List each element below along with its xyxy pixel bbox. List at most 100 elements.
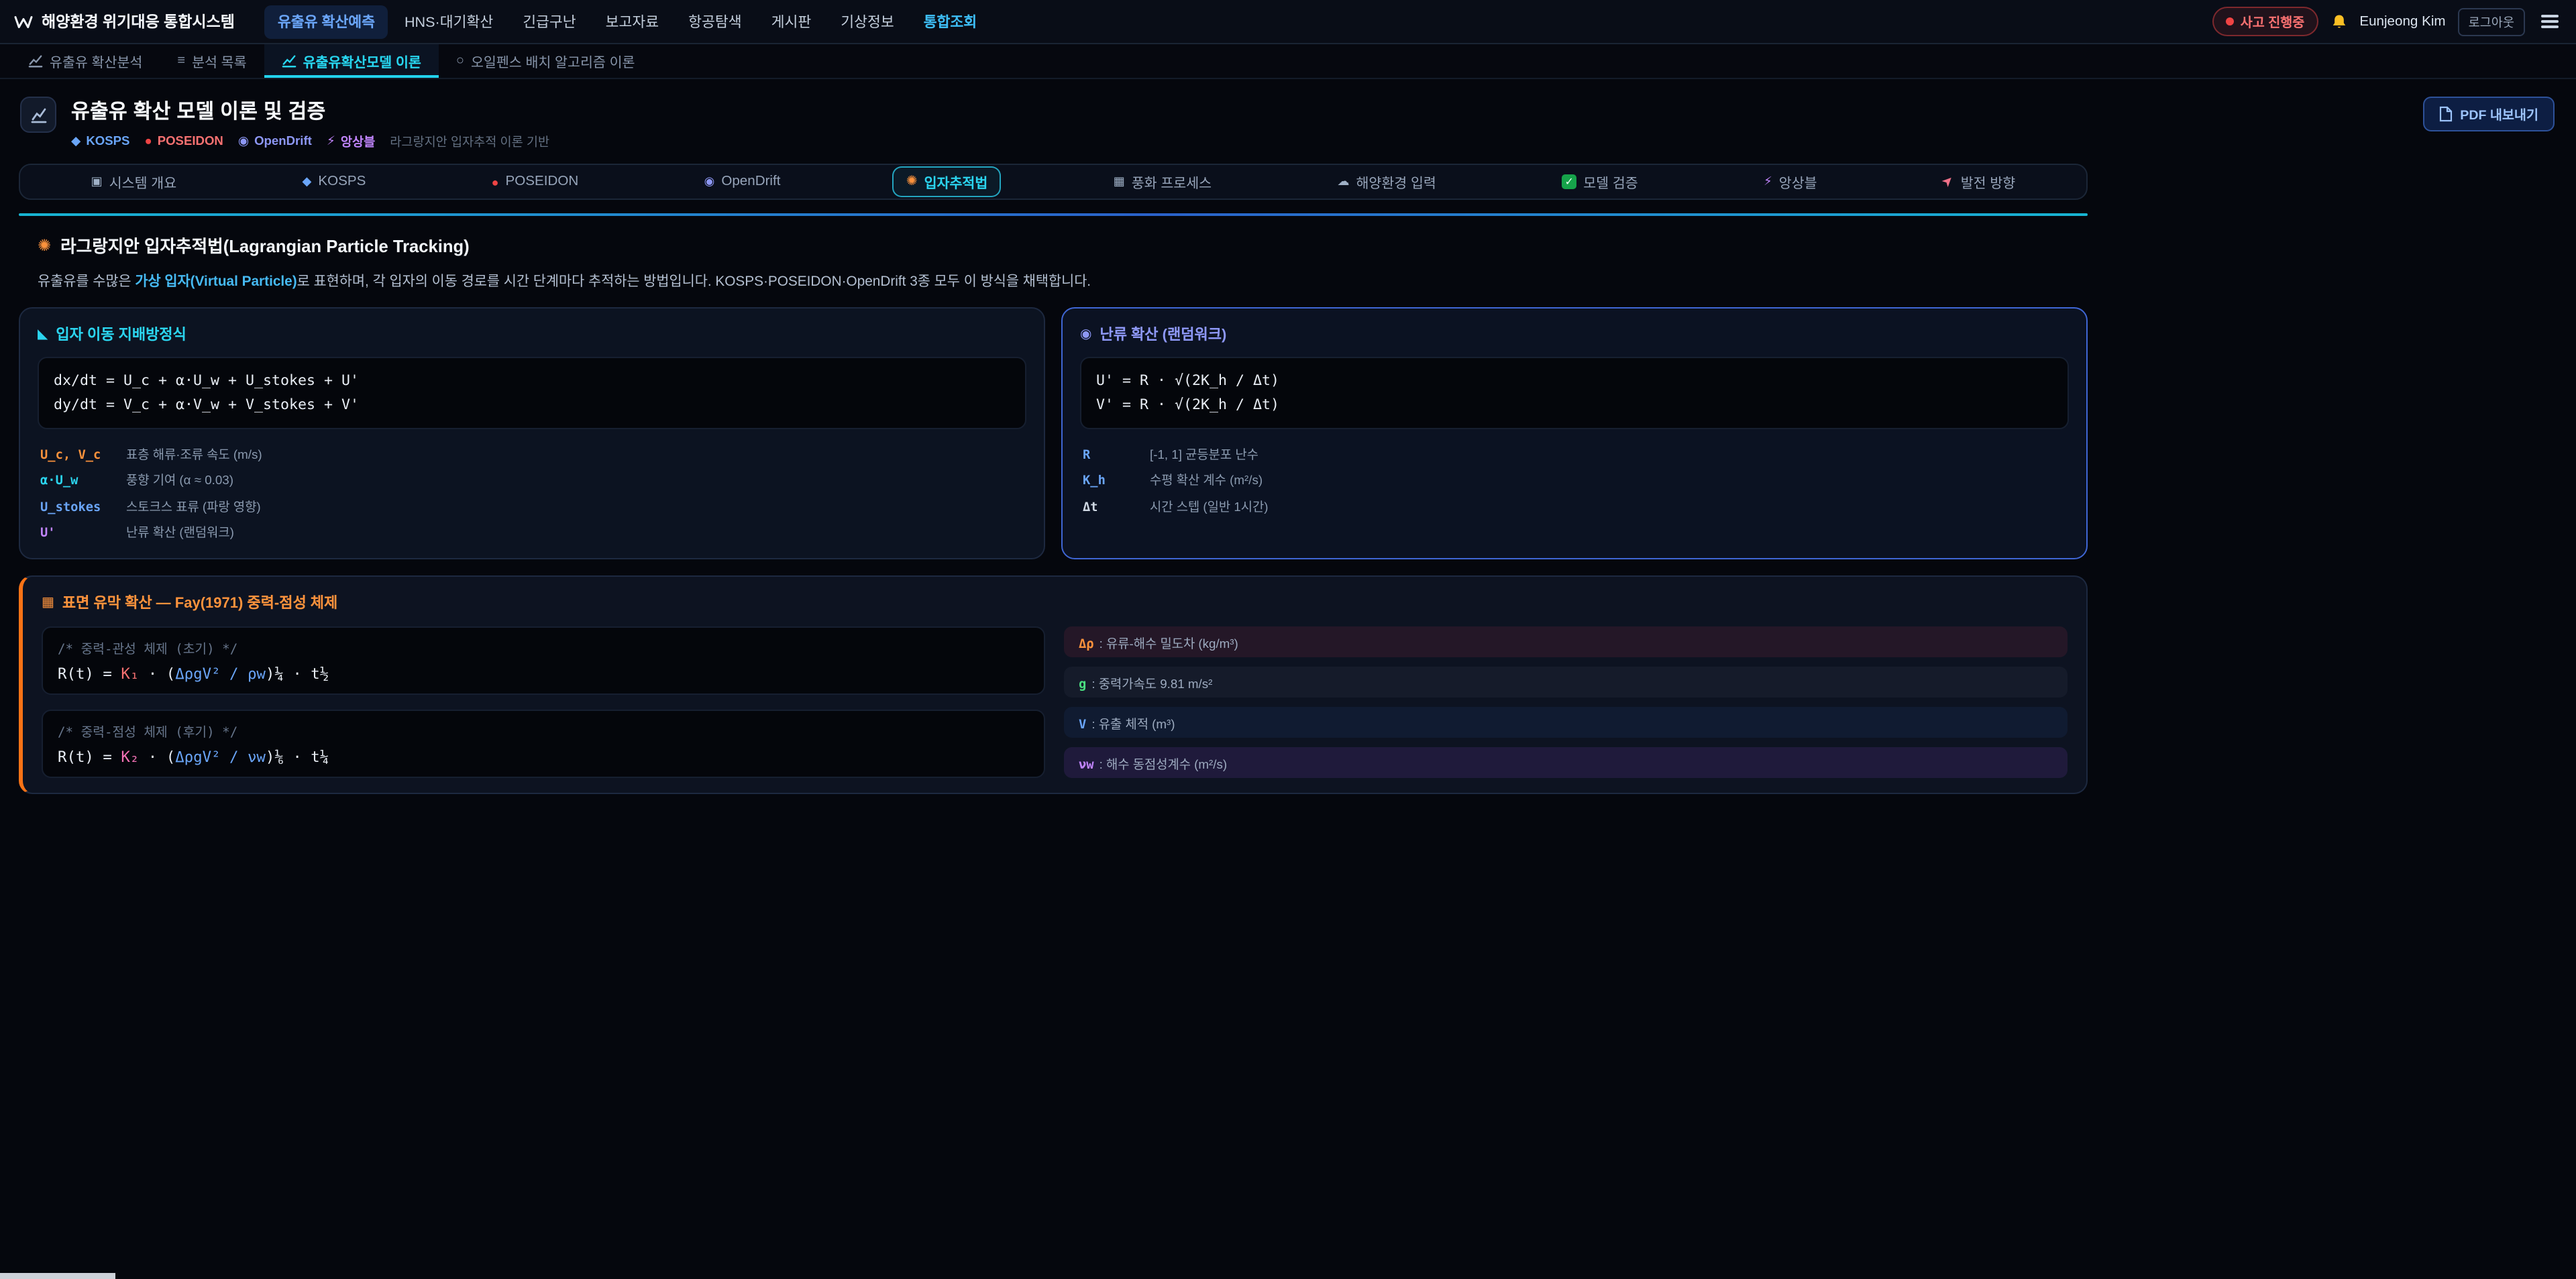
model-badge-row: ◆KOSPS ●POSEIDON ◉OpenDrift ⚡앙상블 라그랑지안 입…	[71, 131, 549, 150]
opendrift-badge: ◉OpenDrift	[238, 133, 312, 148]
document-icon	[2438, 106, 2452, 122]
nav-item-aerial-search[interactable]: 항공탐색	[675, 5, 755, 38]
cloud-icon: ☁	[1337, 174, 1349, 189]
virtual-particle-link[interactable]: 가상 입자(Virtual Particle)	[135, 275, 297, 290]
top-navigation-bar: 해양환경 위기대응 통합시스템 유출유 확산예측 HNS·대기확산 긴급구난 보…	[0, 0, 2576, 44]
page-title: 유출유 확산 모델 이론 및 검증	[71, 97, 549, 125]
status-dot-icon	[2226, 17, 2234, 25]
bar-chart-icon: ▦	[42, 596, 54, 610]
swirl-icon: ✺	[38, 235, 51, 254]
section-heading: ✺ 라그랑지안 입자추적법(Lagrangian Particle Tracki…	[38, 232, 2088, 258]
tab-model-theory[interactable]: 유출유확산모델 이론	[264, 44, 439, 78]
governing-equation-code: dx/dt = U_c + α·U_w + U_stokes + U' dy/d…	[38, 357, 1026, 429]
fay-formula-column: /* 중력-관성 체제 (초기) */ R(t) = K₁ · (ΔρgV² /…	[42, 627, 1045, 779]
gravity-viscous-block: /* 중력-점성 체제 (후기) */ R(t) = K₂ · (ΔρgV² /…	[42, 710, 1045, 779]
turbulent-card-title: ◉ 난류 확산 (랜덤워크)	[1080, 323, 2069, 345]
hamburger-menu-icon[interactable]	[2537, 9, 2563, 34]
horizontal-scrollbar-thumb[interactable]	[0, 1273, 115, 1279]
gravity-inertial-formula: R(t) = K₁ · (ΔρgV² / ρw)¼ · t½	[58, 666, 1029, 683]
section-nav-item-validation[interactable]: ✓모델 검증	[1548, 166, 1652, 197]
nav-item-integrated-search[interactable]: 통합조회	[910, 5, 990, 38]
section-nav-item-ensemble[interactable]: ⚡앙상블	[1750, 166, 1831, 197]
section-nav-item-roadmap[interactable]: ➤발전 방향	[1929, 166, 2029, 197]
app-logo[interactable]: 해양환경 위기대응 통합시스템	[13, 11, 235, 32]
nav-item-spill-prediction[interactable]: 유출유 확산예측	[264, 5, 388, 38]
legend-row: Δt시간 스텝 (일반 1시간)	[1080, 492, 2069, 518]
swirl-icon: ✺	[906, 174, 918, 189]
legend-row: g: 중력가속도 9.81 m/s²	[1064, 667, 2068, 698]
notification-bell-icon[interactable]	[2330, 13, 2347, 30]
turbulent-diffusion-card: ◉ 난류 확산 (랜덤워크) U' = R · √(2K_h / Δt) V' …	[1061, 307, 2088, 560]
dot-icon: ●	[144, 134, 152, 148]
fay-grid: /* 중력-관성 체제 (초기) */ R(t) = K₁ · (ΔρgV² /…	[42, 627, 2068, 779]
legend-row: V: 유출 체적 (m³)	[1064, 708, 2068, 738]
app-title: 해양환경 위기대응 통합시스템	[42, 11, 235, 32]
chart-line-icon	[28, 54, 43, 68]
legend-row: U'난류 확산 (랜덤워크)	[38, 518, 1026, 543]
page-icon	[20, 97, 56, 133]
fay-card-title: ▦ 표면 유막 확산 — Fay(1971) 중력-점성 체제	[42, 592, 2068, 614]
wing-logo-icon	[13, 13, 34, 30]
nav-item-emergency-rescue[interactable]: 긴급구난	[509, 5, 589, 38]
legend-row: K_h수평 확산 계수 (m²/s)	[1080, 467, 2069, 492]
logout-button[interactable]: 로그아웃	[2458, 7, 2525, 36]
nav-item-weather[interactable]: 기상정보	[827, 5, 907, 38]
equation-cards-row: ◣ 입자 이동 지배방정식 dx/dt = U_c + α·U_w + U_st…	[19, 307, 2088, 560]
diamond-icon: ◆	[71, 133, 80, 148]
legend-row: U_stokes스토크스 표류 (파랑 영향)	[38, 492, 1026, 518]
nav-item-reports[interactable]: 보고자료	[592, 5, 672, 38]
triangle-ruler-icon: ◣	[38, 327, 48, 341]
governing-card-title: ◣ 입자 이동 지배방정식	[38, 323, 1026, 345]
legend-row: Δρ: 유류-해수 밀도차 (kg/m³)	[1064, 627, 2068, 658]
fay-spreading-card: ▦ 표면 유막 확산 — Fay(1971) 중력-점성 체제 /* 중력-관성…	[19, 576, 2088, 795]
monitor-icon: ▣	[91, 174, 103, 189]
governing-equation-card: ◣ 입자 이동 지배방정식 dx/dt = U_c + α·U_w + U_st…	[19, 307, 1045, 560]
page-title-block: 유출유 확산 모델 이론 및 검증 ◆KOSPS ●POSEIDON ◉Open…	[71, 97, 549, 150]
legend-row: α·U_w풍향 기여 (α ≈ 0.03)	[38, 467, 1026, 492]
section-nav-item-system-overview[interactable]: ▣시스템 개요	[78, 166, 191, 197]
tab-spill-analysis[interactable]: 유출유 확산분석	[11, 44, 160, 78]
section-intro: 유출유를 수많은 가상 입자(Virtual Particle)로 표현하며, …	[38, 270, 2088, 290]
incident-status-badge[interactable]: 사고 진행중	[2212, 7, 2318, 36]
turbulent-legend: R[-1, 1] 균등분포 난수 K_h수평 확산 계수 (m²/s) Δt시간…	[1080, 441, 2069, 518]
section-nav-item-kosps[interactable]: ◆KOSPS	[289, 169, 380, 194]
section-nav-item-opendrift[interactable]: ◉OpenDrift	[691, 169, 794, 194]
legend-row: νw: 해수 동점성계수 (m²/s)	[1064, 748, 2068, 779]
incident-label: 사고 진행중	[2241, 12, 2305, 31]
main-nav: 유출유 확산예측 HNS·대기확산 긴급구난 보고자료 항공탐색 게시판 기상정…	[264, 5, 990, 38]
gravity-inertial-block: /* 중력-관성 체제 (초기) */ R(t) = K₁ · (ΔρgV² /…	[42, 627, 1045, 696]
gravity-viscous-formula: R(t) = K₂ · (ΔρgV² / νw)⅙ · t¼	[58, 749, 1029, 767]
content-wrap: ▣시스템 개요 ◆KOSPS ●POSEIDON ◉OpenDrift ✺입자추…	[19, 164, 2088, 795]
swirl-icon: ◉	[1080, 327, 1091, 341]
check-icon: ✓	[1562, 174, 1576, 189]
section-accent-divider	[19, 213, 2088, 216]
section-nav-item-poseidon[interactable]: ●POSEIDON	[478, 169, 592, 194]
turbulent-equation-code: U' = R · √(2K_h / Δt) V' = R · √(2K_h / …	[1080, 357, 2069, 429]
section-nav-item-weathering[interactable]: ▦풍화 프로세스	[1100, 166, 1225, 197]
rocket-icon: ➤	[1939, 172, 1957, 190]
governing-legend: U_c, V_c표층 해류·조류 속도 (m/s) α·U_w풍향 기여 (α …	[38, 441, 1026, 544]
section-nav-item-ocean-input[interactable]: ☁해양환경 입력	[1324, 166, 1449, 197]
nav-item-hns-dispersion[interactable]: HNS·대기확산	[391, 5, 506, 38]
bar-chart-icon: ▦	[1114, 174, 1125, 189]
app-root: 해양환경 위기대응 통합시스템 유출유 확산예측 HNS·대기확산 긴급구난 보…	[0, 0, 2576, 1279]
page-subtitle: 라그랑지안 입자추적 이론 기반	[390, 131, 549, 150]
bolt-icon: ⚡	[327, 133, 335, 148]
page-header: 유출유 확산 모델 이론 및 검증 ◆KOSPS ●POSEIDON ◉Open…	[0, 79, 2576, 156]
list-icon: ≡	[177, 54, 185, 68]
pdf-export-button[interactable]: PDF 내보내기	[2422, 97, 2555, 131]
section-nav-item-particle-tracking[interactable]: ✺입자추적법	[893, 166, 1002, 197]
fay-legend-column: Δρ: 유류-해수 밀도차 (kg/m³) g: 중력가속도 9.81 m/s²…	[1064, 627, 2068, 779]
circle-icon: ○	[456, 54, 464, 68]
circled-dot-icon: ◉	[238, 133, 249, 148]
ensemble-badge: ⚡앙상블	[327, 131, 375, 150]
tab-oil-fence-theory[interactable]: ○ 오일펜스 배치 알고리즘 이론	[439, 44, 653, 78]
bolt-icon: ⚡	[1764, 174, 1772, 189]
topbar-right: 사고 진행중 Eunjeong Kim 로그아웃	[2212, 7, 2563, 36]
tab-analysis-list[interactable]: ≡ 분석 목록	[160, 44, 264, 78]
section-nav: ▣시스템 개요 ◆KOSPS ●POSEIDON ◉OpenDrift ✺입자추…	[19, 164, 2088, 200]
circled-dot-icon: ◉	[704, 174, 715, 189]
user-name: Eunjeong Kim	[2359, 14, 2445, 29]
nav-item-board[interactable]: 게시판	[758, 5, 825, 38]
sub-tab-bar: 유출유 확산분석 ≡ 분석 목록 유출유확산모델 이론 ○ 오일펜스 배치 알고…	[0, 44, 2576, 79]
